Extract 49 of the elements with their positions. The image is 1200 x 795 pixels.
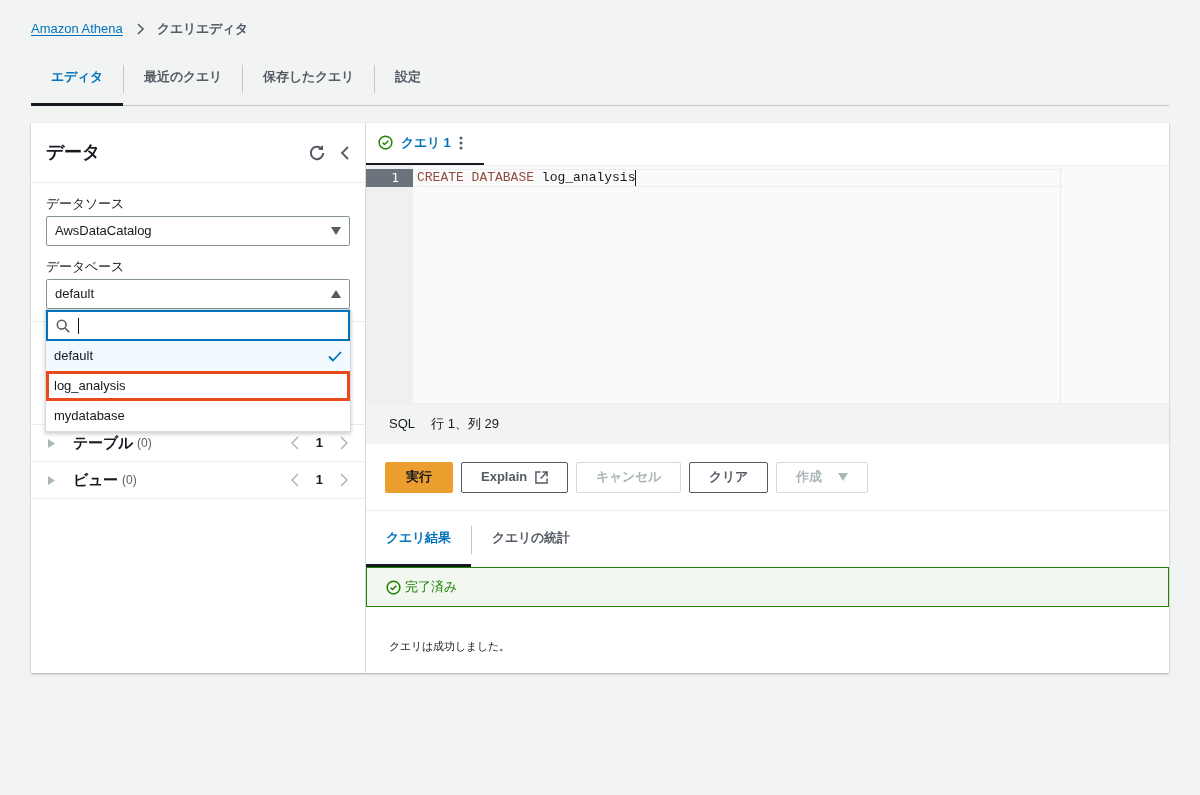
language-label: SQL [389,415,415,434]
chevron-right-icon [134,22,145,35]
tab[interactable]: エディタ [31,51,123,106]
tab[interactable]: 設定 [375,51,441,106]
result-message: クエリは成功しました。 [389,640,510,652]
status-text: 完了済み [405,578,457,597]
previous-page-icon[interactable] [290,473,299,487]
search-icon [56,318,70,333]
next-page-icon[interactable] [340,436,348,450]
breadcrumb-link[interactable]: Amazon Athena [31,18,123,39]
page-number[interactable]: 1 [315,433,323,453]
success-icon [378,135,393,150]
dropdown-option[interactable]: mydatabase [46,401,350,431]
data-source-select[interactable]: AwsDataCatalog [46,216,350,246]
caret-up-icon [331,290,341,298]
dropdown-option[interactable]: log_analysis [46,371,350,401]
field-label: データベース [46,258,125,276]
check-icon [328,350,342,362]
action-button[interactable]: クリア [689,461,769,493]
caret-down-icon [331,227,341,235]
external-link-icon [535,470,549,484]
page-number[interactable]: 1 [315,470,323,490]
result-tab[interactable]: クエリの統計 [472,512,590,567]
line-number: 1 [366,169,413,187]
code-line: CREATE DATABASE log_analysis [417,170,637,186]
breadcrumb-current: クエリエディタ [156,19,248,38]
field-label: データソース [46,195,125,213]
cursor-position: 行 1、列 29 [431,415,499,434]
dropdown-option[interactable]: default [46,341,350,371]
next-page-icon[interactable] [340,473,348,487]
section-label: テーブル [73,432,133,453]
database-select[interactable]: default [46,279,350,309]
tab[interactable]: 保存したクエリ [243,51,374,106]
more-icon[interactable] [458,135,463,150]
tab[interactable]: 最近のクエリ [124,51,242,106]
search-field[interactable] [46,310,350,341]
success-icon [386,579,401,595]
refresh-icon[interactable] [308,143,326,162]
action-button[interactable]: 実行 [385,461,453,493]
section-label: ビュー [73,469,118,490]
expand-icon[interactable] [48,475,55,485]
section-count: (0) [122,472,138,489]
expand-icon[interactable] [48,438,55,448]
section-count: (0) [137,435,153,452]
previous-page-icon[interactable] [290,436,299,450]
caret-down-icon [838,473,849,481]
panel-title: データ [46,141,101,164]
collapse-icon[interactable] [340,144,350,161]
action-button[interactable]: Explain [461,461,569,493]
